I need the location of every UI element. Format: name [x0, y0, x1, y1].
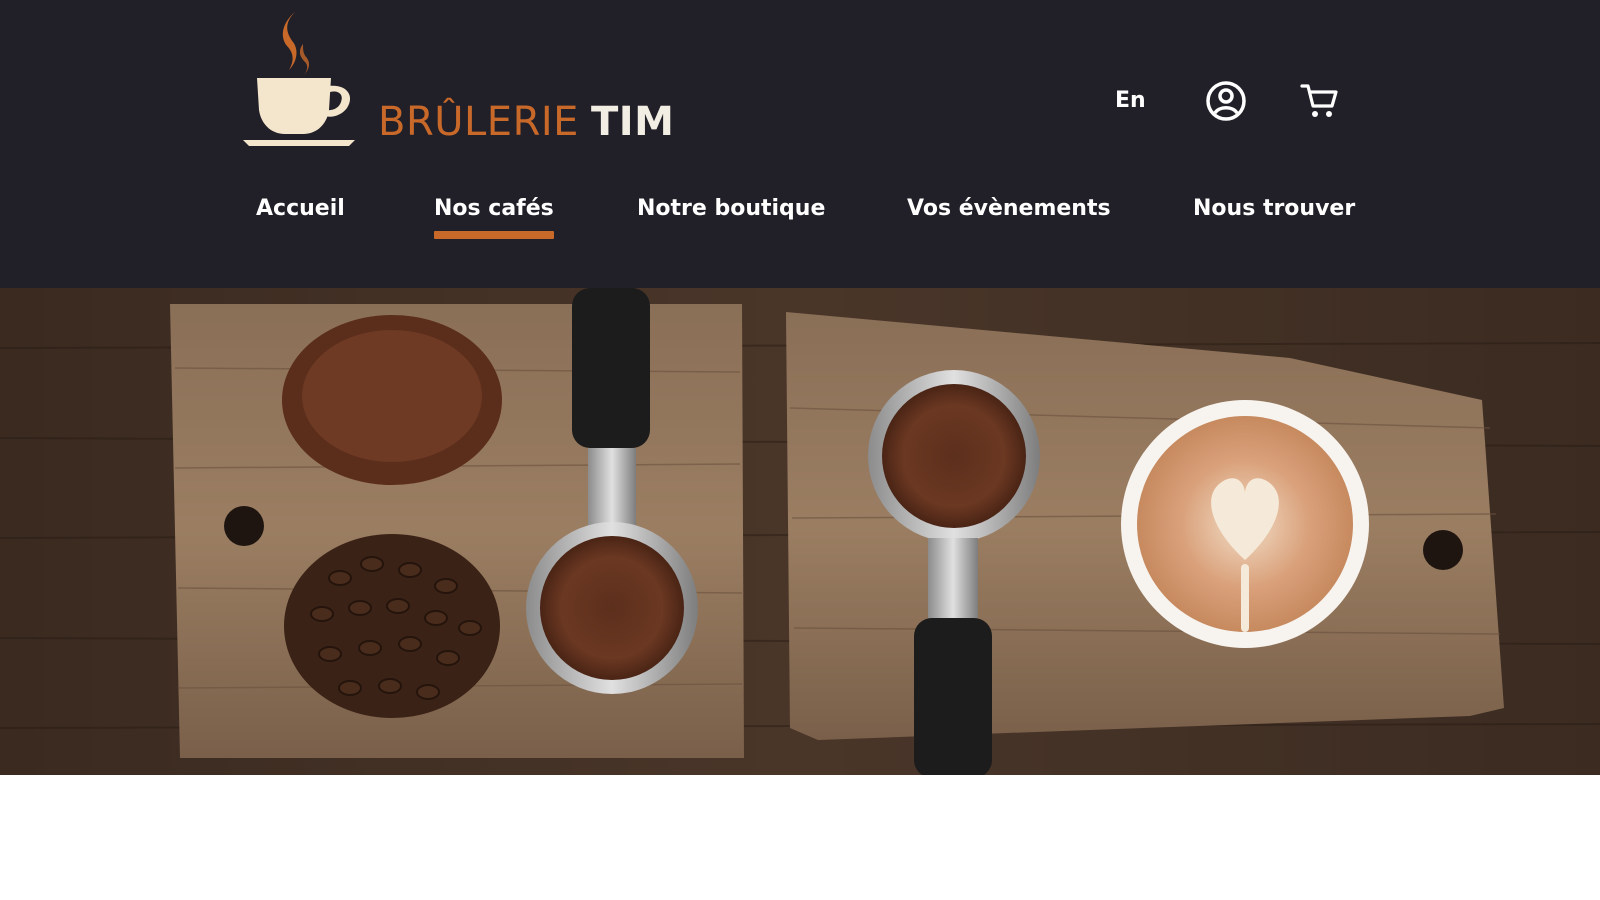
main-navigation: Accueil Nos cafés Notre boutique Vos évè… [256, 196, 1356, 256]
brand-name-first: BRÛLERIE [378, 99, 579, 145]
site-header: BRÛLERIE TIM En Accueil Nos cafés Notre … [0, 0, 1600, 288]
nav-item-notre-boutique[interactable]: Notre boutique [637, 196, 825, 221]
active-nav-indicator [434, 231, 554, 239]
utility-bar: En [1100, 78, 1350, 126]
cart-button[interactable] [1296, 78, 1342, 124]
nav-item-label: Nos cafés [434, 196, 554, 221]
brand-name: BRÛLERIE TIM [378, 102, 674, 142]
nav-item-label: Accueil [256, 196, 345, 221]
shopping-cart-icon [1300, 84, 1338, 117]
hero-image [0, 288, 1600, 775]
language-switch[interactable]: En [1115, 88, 1146, 113]
nav-item-nous-trouver[interactable]: Nous trouver [1193, 196, 1355, 221]
nav-item-nos-cafes[interactable]: Nos cafés [434, 196, 554, 239]
nav-item-label: Vos évènements [907, 196, 1111, 221]
coffee-cup-logo-icon [243, 12, 355, 146]
nav-item-label: Nous trouver [1193, 196, 1356, 221]
account-circle-icon [1206, 81, 1246, 121]
nav-item-label: Notre boutique [637, 196, 826, 221]
nav-item-accueil[interactable]: Accueil [256, 196, 345, 221]
brand-name-second: TIM [590, 99, 675, 145]
nav-item-vos-evenements[interactable]: Vos évènements [907, 196, 1111, 221]
account-button[interactable] [1203, 78, 1249, 124]
brand-logo[interactable]: BRÛLERIE TIM [243, 10, 674, 160]
hero-coffee-photo [0, 288, 1600, 775]
